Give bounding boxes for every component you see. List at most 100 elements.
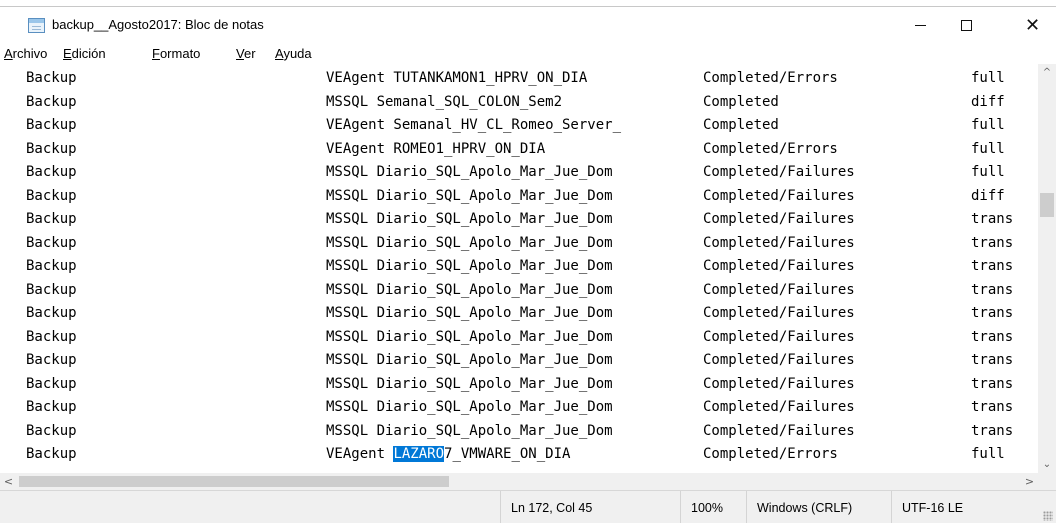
line-level: trans [971, 234, 1014, 251]
line-policy: MSSQL Semanal_SQL_COLON_Sem2 [326, 93, 563, 110]
line-type: Backup [26, 70, 77, 86]
line-type: Backup [26, 258, 77, 274]
line-level: trans [971, 422, 1014, 439]
vertical-scrollbar[interactable]: ^ ⌄ [1038, 64, 1056, 473]
line-level: full [971, 446, 1005, 462]
line-policy: MSSQL Diario_SQL_Apolo_Mar_Jue_Dom [326, 422, 613, 439]
scroll-up-icon[interactable]: ^ [1038, 64, 1056, 81]
text-line: Backup VEAgent ROMEO1_HPRV_ON_DIA Complete… [16, 138, 1038, 162]
notepad-icon [28, 18, 45, 33]
close-icon: ✕ [1024, 15, 1041, 36]
line-level: trans [971, 328, 1014, 345]
text-line: Backup VEAgent TUTANKAMON1_HPRV_ON_DIA Com… [16, 67, 1038, 91]
line-status: Completed/Failures [703, 305, 855, 321]
resize-grip-icon[interactable] [1043, 511, 1053, 521]
line-level: trans [971, 281, 1014, 298]
line-policy: MSSQL Diario_SQL_Apolo_Mar_Jue_Dom [326, 352, 613, 368]
scroll-right-icon[interactable]: > [1021, 473, 1038, 490]
scrollbar-corner [1038, 473, 1056, 490]
line-status: Completed/Failures [703, 328, 855, 345]
policy-text-after: 7_VMWARE_ON_DIA [444, 446, 571, 462]
line-policy: MSSQL Diario_SQL_Apolo_Mar_Jue_Dom [326, 258, 613, 274]
menu-formato-label: ormato [159, 46, 201, 61]
horizontal-scroll-thumb[interactable] [19, 476, 449, 487]
status-cursor-position: Ln 172, Col 45 [500, 491, 592, 523]
line-type: Backup [26, 117, 77, 133]
status-zoom: 100% [680, 491, 723, 523]
text-line: Backup MSSQL Diario_SQL_Apolo_Mar_Jue_Dom… [16, 349, 1038, 373]
line-status: Completed [703, 93, 779, 110]
menu-edicion-label: dición [71, 46, 106, 61]
line-type: Backup [26, 305, 77, 321]
line-type: Backup [26, 164, 77, 180]
menu-formato-access-key: F [152, 46, 160, 61]
text-editor[interactable]: Backup VEAgent TUTANKAMON1_HPRV_ON_DIA Com… [16, 64, 1038, 473]
menu-archivo[interactable]: Archivo [4, 46, 47, 61]
line-policy: VEAgent ROMEO1_HPRV_ON_DIA [326, 140, 546, 157]
text-line: Backup MSSQL Semanal_SQL_COLON_Sem2 Comple… [16, 91, 1038, 115]
line-policy: MSSQL Diario_SQL_Apolo_Mar_Jue_Dom [326, 328, 613, 345]
window-title: backup__Agosto2017: Bloc de notas [52, 17, 264, 32]
minimize-button[interactable] [898, 7, 943, 44]
line-type: Backup [26, 140, 77, 157]
line-status: Completed/Failures [703, 234, 855, 251]
maximize-button[interactable] [944, 7, 989, 44]
line-status: Completed/Failures [703, 164, 855, 180]
line-type: Backup [26, 399, 77, 415]
minimize-icon [915, 25, 926, 26]
text-line: Backup MSSQL Diario_SQL_Apolo_Mar_Jue_Dom… [16, 279, 1038, 303]
line-type: Backup [26, 328, 77, 345]
maximize-icon [961, 20, 972, 31]
line-policy: MSSQL Diario_SQL_Apolo_Mar_Jue_Dom [326, 187, 613, 204]
status-bar: Ln 172, Col 45 100% Windows (CRLF) UTF-1… [0, 490, 1056, 523]
menu-archivo-label: rchivo [12, 46, 48, 61]
line-status: Completed/Failures [703, 352, 855, 368]
line-status: Completed/Failures [703, 281, 855, 298]
text-line: Backup MSSQL Diario_SQL_Apolo_Mar_Jue_Dom… [16, 208, 1038, 232]
line-type: Backup [26, 281, 77, 298]
line-level: trans [971, 258, 1014, 274]
line-status: Completed/Failures [703, 258, 855, 274]
text-line: Backup MSSQL Diario_SQL_Apolo_Mar_Jue_Dom… [16, 255, 1038, 279]
text-line: Backup VEAgent Semanal_HV_CL_Romeo_Server… [16, 114, 1038, 138]
scroll-down-icon[interactable]: ⌄ [1038, 456, 1056, 473]
text-line: Backup MSSQL Diario_SQL_Apolo_Mar_Jue_Dom… [16, 373, 1038, 397]
text-line: Backup MSSQL Diario_SQL_Apolo_Mar_Jue_Dom… [16, 420, 1038, 444]
line-policy: MSSQL Diario_SQL_Apolo_Mar_Jue_Dom [326, 164, 613, 180]
line-status: Completed/Errors [703, 70, 838, 86]
line-level: full [971, 164, 1005, 180]
menu-archivo-access-key: A [4, 46, 13, 61]
line-type: Backup [26, 187, 77, 204]
line-status: Completed/Failures [703, 211, 855, 227]
line-status: Completed [703, 117, 779, 133]
text-line: Backup VEAgent LAZARO7_VMWARE_ON_DIA Compl… [16, 443, 1038, 467]
line-level: trans [971, 399, 1014, 415]
menu-formato[interactable]: Formato [152, 46, 200, 61]
vertical-scroll-thumb[interactable] [1040, 193, 1054, 218]
line-type: Backup [26, 446, 77, 462]
menu-ayuda[interactable]: Ayuda [275, 46, 312, 61]
horizontal-scrollbar[interactable]: < > [0, 473, 1038, 490]
line-status: Completed/Failures [703, 375, 855, 392]
line-status: Completed/Failures [703, 399, 855, 415]
line-level: trans [971, 352, 1014, 368]
line-type: Backup [26, 422, 77, 439]
title-bar[interactable]: backup__Agosto2017: Bloc de notas ✕ [0, 7, 1056, 44]
line-level: trans [971, 375, 1014, 392]
line-policy: MSSQL Diario_SQL_Apolo_Mar_Jue_Dom [326, 399, 613, 415]
line-policy: MSSQL Diario_SQL_Apolo_Mar_Jue_Dom [326, 305, 613, 321]
line-level: full [971, 70, 1005, 86]
line-policy: VEAgent LAZARO7_VMWARE_ON_DIA [326, 443, 570, 467]
text-line: Backup MSSQL Diario_SQL_Apolo_Mar_Jue_Dom… [16, 302, 1038, 326]
scroll-left-icon[interactable]: < [0, 473, 17, 490]
line-level: full [971, 117, 1005, 133]
menu-ver-access-key: V [236, 46, 244, 61]
line-policy: VEAgent Semanal_HV_CL_Romeo_Server_ [326, 117, 622, 133]
line-level: full [971, 140, 1005, 157]
menu-ver[interactable]: Ver [236, 46, 256, 61]
text-line: Backup MSSQL Diario_SQL_Apolo_Mar_Jue_Dom… [16, 326, 1038, 350]
menu-bar: Archivo Edición Formato Ver Ayuda [0, 44, 1056, 64]
close-button[interactable]: ✕ [1010, 7, 1055, 44]
menu-edicion[interactable]: Edición [63, 46, 106, 61]
line-policy: MSSQL Diario_SQL_Apolo_Mar_Jue_Dom [326, 375, 613, 392]
